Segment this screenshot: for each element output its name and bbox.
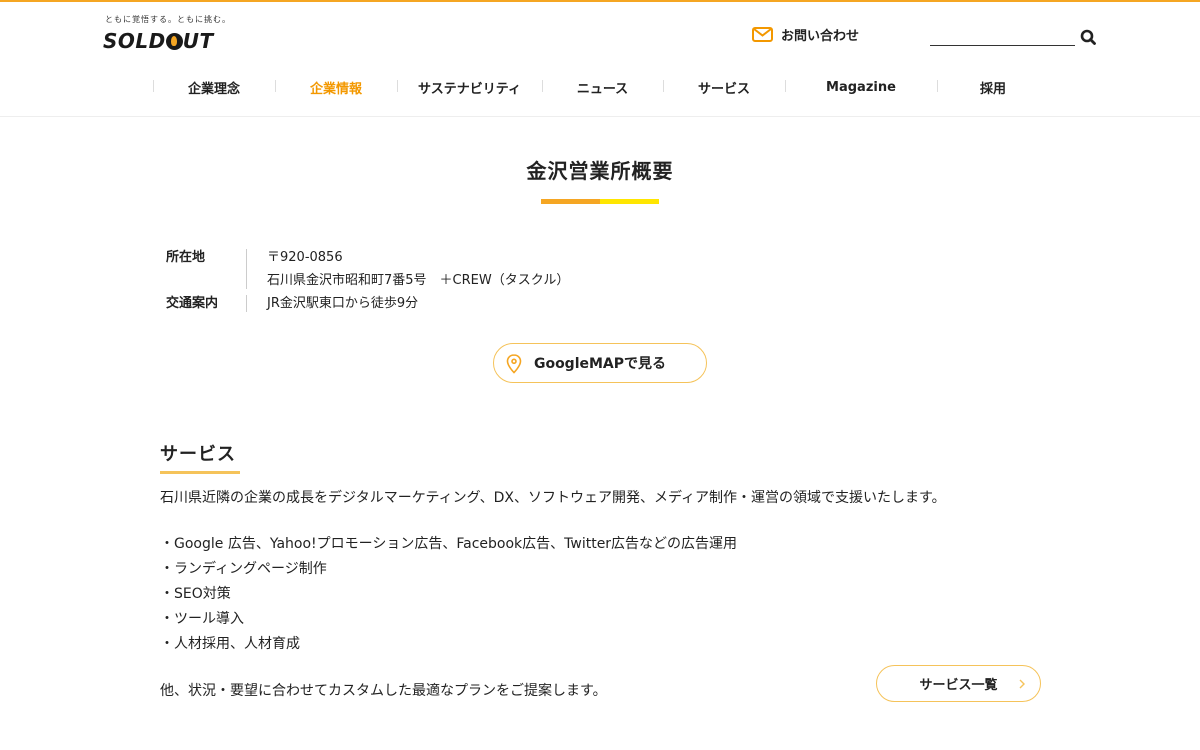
logo-text-left: SOLD — [103, 29, 166, 53]
search-icon[interactable] — [1080, 29, 1096, 45]
nav-label: ニュース — [576, 81, 629, 97]
nav-label: サービス — [697, 81, 750, 97]
list-item: ・Google 広告、Yahoo!プロモーション広告、Facebook広告、Tw… — [160, 536, 738, 552]
logo-text-right: UT — [182, 29, 214, 53]
address-text: 石川県金沢市昭和町7番5号 ＋CREW（タスクル） — [267, 273, 570, 288]
nav-item-company-info[interactable]: 企業情報 — [275, 74, 397, 100]
logo-tagline: ともに覚悟する。ともに挑む。 — [105, 15, 231, 24]
services-heading: サービス — [160, 444, 236, 465]
nav-label: サステナビリティ — [418, 81, 521, 97]
address-label: 所在地 — [166, 246, 247, 292]
header-divider — [0, 116, 1200, 117]
nav-item-magazine[interactable]: Magazine — [785, 74, 937, 100]
chevron-right-icon — [1019, 679, 1025, 689]
nav-label: 採用 — [979, 81, 1006, 97]
list-item: ・人材採用、人材育成 — [160, 636, 300, 652]
address-value: 〒920-0856 石川県金沢市昭和町7番5号 ＋CREW（タスクル） — [246, 246, 569, 292]
postal-code: 〒920-0856 — [267, 250, 343, 265]
logo[interactable]: ともに覚悟する。ともに挑む。 SOLD UT — [103, 14, 253, 54]
mail-icon — [752, 27, 773, 42]
services-heading-underline — [160, 471, 240, 474]
nav-label: 企業情報 — [309, 81, 362, 97]
services-outro: 他、状況・要望に合わせてカスタムした最適なプランをご提案します。 — [160, 683, 607, 699]
list-item: ・ランディングページ制作 — [160, 561, 327, 577]
nav-item-sustainability[interactable]: サステナビリティ — [397, 74, 542, 100]
logo-flame-icon — [165, 33, 183, 50]
services-list: ・Google 広告、Yahoo!プロモーション広告、Facebook広告、Tw… — [160, 533, 737, 658]
info-row-address: 所在地 〒920-0856 石川県金沢市昭和町7番5号 ＋CREW（タスクル） — [166, 246, 569, 292]
nav-item-news[interactable]: ニュース — [542, 74, 663, 100]
nav-item-philosophy[interactable]: 企業理念 — [153, 74, 275, 100]
search-box — [930, 28, 1098, 48]
office-info-table: 所在地 〒920-0856 石川県金沢市昭和町7番5号 ＋CREW（タスクル） … — [166, 246, 569, 315]
service-list-label: サービス一覧 — [919, 678, 998, 693]
contact-link[interactable]: お問い合わせ — [752, 25, 859, 44]
nav-item-services[interactable]: サービス — [663, 74, 785, 100]
access-label: 交通案内 — [166, 292, 247, 315]
services-intro: 石川県近隣の企業の成長をデジタルマーケティング、DX、ソフトウェア開発、メディア… — [160, 490, 946, 506]
service-list-button[interactable]: サービス一覧 — [876, 665, 1041, 702]
google-map-button[interactable]: GoogleMAPで見る — [493, 343, 707, 383]
top-accent-line — [0, 0, 1200, 2]
list-item: ・ツール導入 — [160, 611, 244, 627]
nav-label: 企業理念 — [187, 81, 240, 97]
map-pin-icon — [506, 354, 522, 374]
list-item: ・SEO対策 — [160, 586, 231, 602]
google-map-label: GoogleMAPで見る — [533, 356, 667, 372]
global-nav: 企業理念 企業情報 サステナビリティ ニュース サービス Magazine 採用 — [153, 74, 1049, 100]
contact-label: お問い合わせ — [781, 29, 860, 44]
nav-label: Magazine — [826, 79, 896, 95]
nav-item-recruit[interactable]: 採用 — [937, 74, 1049, 100]
logo-wordmark: SOLD UT — [103, 29, 214, 53]
access-value: JR金沢駅東口から徒歩9分 — [267, 296, 419, 311]
search-input[interactable] — [930, 28, 1075, 46]
info-row-access: 交通案内 JR金沢駅東口から徒歩9分 — [166, 292, 569, 315]
page-title: 金沢営業所概要 — [526, 159, 674, 183]
title-underline — [541, 199, 659, 204]
